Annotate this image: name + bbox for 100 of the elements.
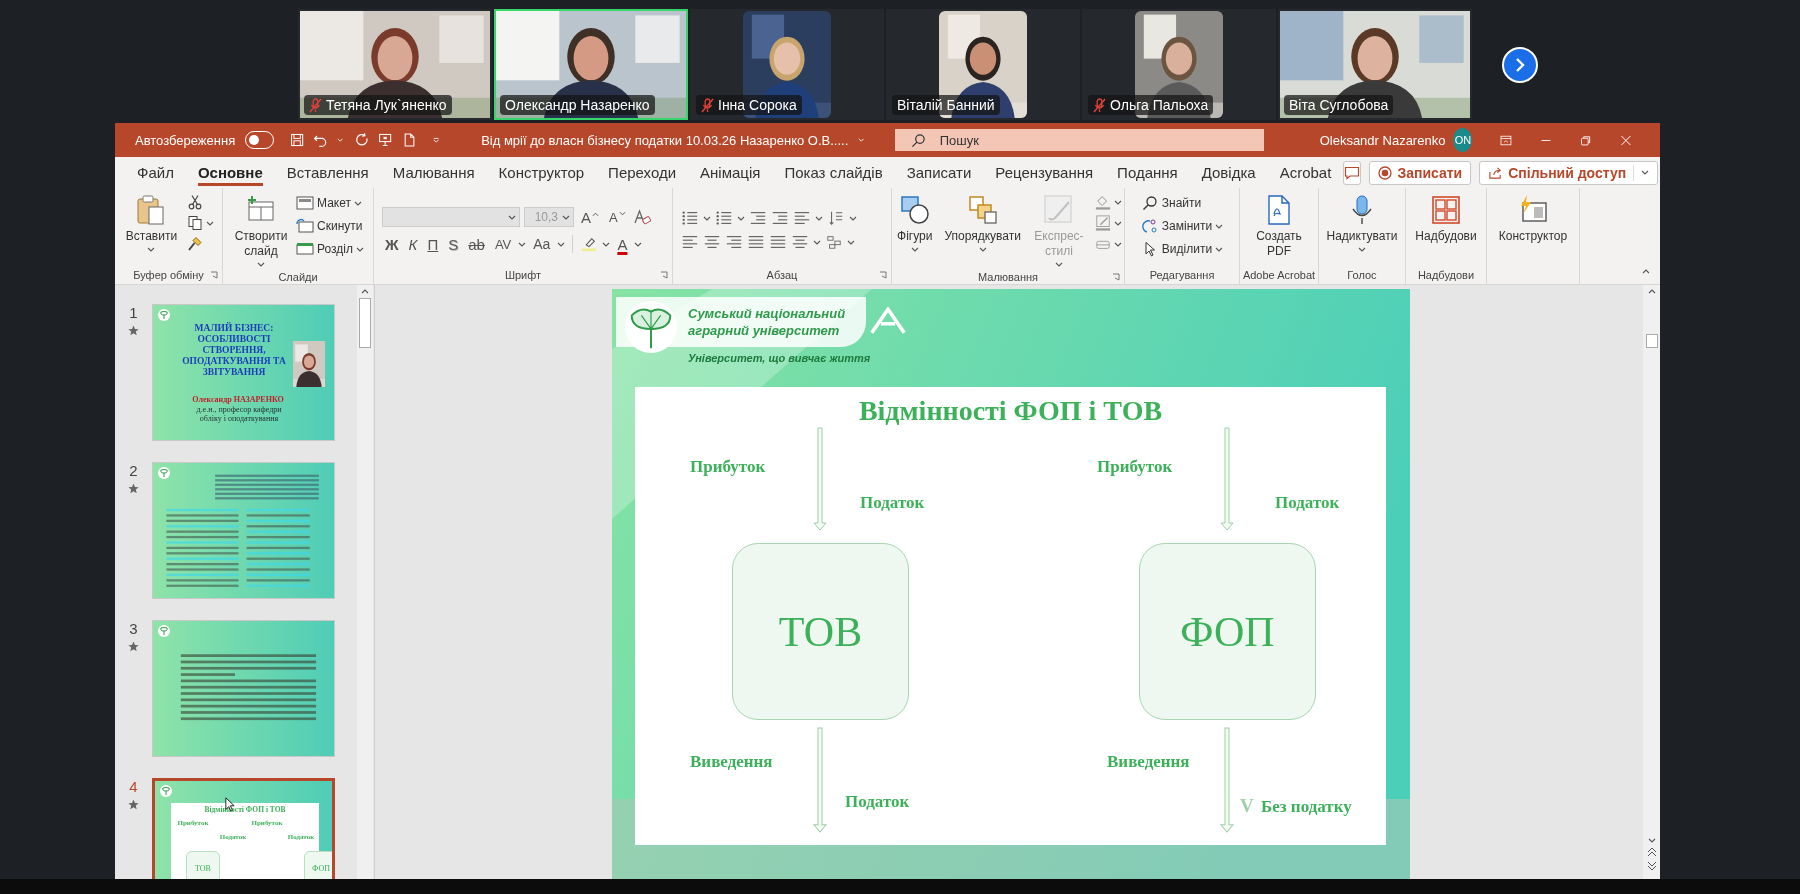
caret-icon[interactable] (432, 137, 440, 143)
chevron-right-icon (1514, 56, 1526, 73)
share-button[interactable]: Спільний доступ (1479, 160, 1659, 185)
participant-name: Віта Суглобова (1289, 97, 1389, 113)
participant-name: Інна Сорока (718, 97, 797, 113)
slide-thumbnail[interactable] (152, 462, 335, 599)
arrange-button[interactable]: Упорядкувати (941, 192, 1024, 254)
group-label: Абзац (766, 269, 798, 281)
ribbon-tab[interactable]: Переходи (596, 157, 689, 188)
ribbon-tab[interactable]: Анімація (688, 157, 773, 188)
format-painter-icon[interactable] (186, 236, 205, 252)
slide-number: 3 (129, 620, 138, 637)
scroll-thumb[interactable] (1645, 334, 1658, 348)
muted-microphone-icon (701, 97, 714, 113)
caret-icon[interactable] (336, 137, 343, 143)
add-ins-button[interactable]: Надбудови (1412, 192, 1480, 246)
share-icon (1488, 165, 1504, 180)
ribbon-tab[interactable]: Конструктор (486, 157, 597, 188)
user-name: Oleksandr Nazarenko (1319, 132, 1446, 148)
previous-slide-icon[interactable] (1646, 847, 1657, 857)
record-button[interactable]: Записати (1369, 160, 1472, 185)
dialog-launcher-icon[interactable] (1112, 272, 1120, 281)
star-icon (128, 483, 139, 494)
ribbon-tab[interactable]: Малювання (380, 157, 487, 188)
dialog-launcher-icon[interactable] (879, 271, 887, 279)
entity-box: ТОВ (732, 543, 909, 720)
muted-microphone-icon (1093, 97, 1106, 113)
dictate-button[interactable]: Надиктувати (1323, 192, 1401, 254)
caret-icon (910, 247, 919, 252)
align-text-icon (791, 234, 809, 250)
decrease-indent-icon (749, 210, 767, 226)
slide-thumbnail[interactable]: МАЛИЙ БІЗНЕС: ОСОБЛИВОСТІ СТВОРЕННЯ, ОПОДАТКУВАННЯ ТА ЗВІТУВАННЯ Олександр НАЗАРЕНКО д.е.н., професор кафедри обліку і оподаткування (152, 304, 335, 441)
dialog-launcher-icon[interactable] (210, 271, 218, 279)
save-icon[interactable] (290, 131, 305, 149)
justify-icon (747, 234, 765, 250)
presentation-icon[interactable] (378, 131, 393, 149)
scrollbar[interactable] (357, 285, 373, 879)
caret-icon (1358, 247, 1366, 252)
tagline: Університет, що вивчає життя (688, 352, 871, 364)
clear-formatting-icon[interactable] (632, 209, 651, 225)
diagram-label: Прибуток (690, 457, 766, 477)
find-button[interactable]: Знайти (1140, 194, 1224, 212)
shapes-icon (898, 194, 931, 226)
layout-button[interactable]: Макет (296, 194, 364, 212)
ribbon-tab[interactable]: Довідка (1189, 157, 1268, 188)
paste-button[interactable]: Вставити (122, 192, 181, 254)
next-page-button[interactable] (1502, 46, 1538, 83)
ribbon-tab[interactable]: Acrobat (1267, 157, 1344, 188)
reset-button[interactable]: Скинути (296, 217, 364, 235)
ribbon-tab[interactable]: Подання (1105, 157, 1190, 188)
dialog-launcher-icon[interactable] (660, 271, 668, 279)
fill-bucket-icon[interactable] (1093, 194, 1112, 210)
thumbnail-title: МАЛИЙ БІЗНЕС: ОСОБЛИВОСТІ СТВОРЕННЯ, ОПОДАТКУВАННЯ ТА ЗВІТУВАННЯ (181, 323, 287, 378)
caret-icon (1215, 246, 1224, 252)
replace-button[interactable]: Замінити (1140, 217, 1224, 235)
search-field[interactable]: Пошук (894, 129, 1264, 151)
create-pdf-button[interactable]: Создать PDF (1250, 192, 1308, 261)
star-icon (128, 641, 139, 652)
document-title[interactable]: Від мрії до власн бізнесу податки 10.03.26 Назаренко О.В..... (481, 132, 849, 148)
align-left-icon (681, 234, 699, 250)
copy-icon[interactable] (186, 215, 205, 231)
diagram-label: Виведення (690, 752, 773, 772)
shapes-button[interactable]: Фігури (894, 192, 936, 254)
logo-mark-icon (870, 307, 906, 335)
replace-icon (1140, 218, 1159, 234)
ribbon-tab[interactable]: Основне (185, 157, 275, 188)
new-slide-button[interactable]: Створити слайд (232, 192, 291, 269)
caret-icon (354, 200, 362, 206)
text-direction-icon[interactable] (827, 210, 845, 226)
designer-button[interactable]: Конструктор (1495, 192, 1571, 246)
group-label: Слайди (278, 270, 318, 283)
user-avatar[interactable]: ON (1453, 128, 1473, 152)
slide-thumbnail[interactable] (152, 620, 335, 757)
caret-icon (1113, 241, 1122, 247)
reset-icon (296, 218, 315, 234)
align-right-icon (725, 234, 743, 250)
participant-name: Віталій Банний (897, 97, 995, 113)
pen-outline-icon[interactable] (1093, 215, 1112, 231)
participant-name: Тетяна Лук`яненко (326, 97, 447, 113)
scroll-thumb[interactable] (359, 298, 371, 348)
scrollbar[interactable] (1643, 285, 1660, 879)
select-button[interactable]: Виділити (1140, 240, 1224, 258)
align-center-icon (703, 234, 721, 250)
ribbon-tab[interactable]: Записати (894, 157, 984, 188)
ribbon-tab[interactable]: Вставлення (274, 157, 381, 188)
group-label: Adobe Acrobat (1242, 269, 1316, 281)
next-slide-icon[interactable] (1646, 861, 1657, 871)
autosave-label: Автозбереження (135, 132, 236, 148)
ribbon-tab[interactable]: Показ слайдів (772, 157, 895, 188)
highlighter-icon[interactable] (580, 236, 599, 252)
caret-icon (557, 241, 566, 247)
line-spacing-icon (793, 210, 811, 226)
smartart-icon[interactable] (825, 234, 843, 250)
comments-button[interactable] (1343, 160, 1362, 185)
ribbon-tab[interactable]: Файл (125, 157, 186, 188)
ribbon-tab[interactable]: Рецензування (983, 157, 1106, 188)
caret-icon[interactable] (858, 137, 865, 143)
star-icon (128, 799, 139, 810)
thumbnail-box: ТОВ (186, 851, 220, 879)
section-button[interactable]: Розділ (296, 240, 364, 258)
